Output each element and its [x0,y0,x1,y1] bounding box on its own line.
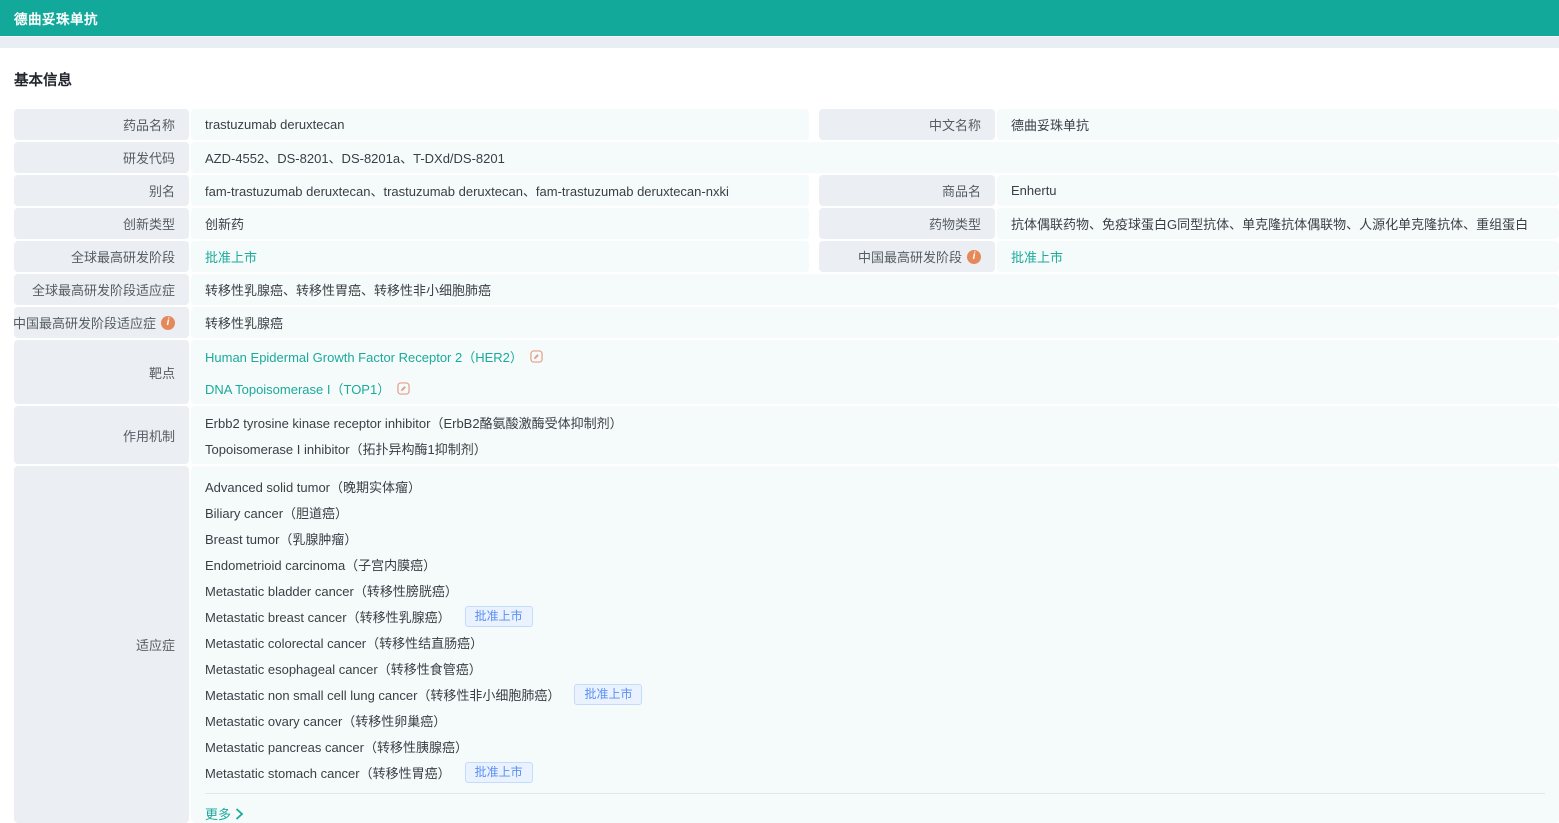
moa-item: Erbb2 tyrosine kinase receptor inhibitor… [205,409,1545,435]
indication-text: Metastatic breast cancer（转移性乳腺癌） [205,607,451,626]
target-link-top1[interactable]: DNA Topoisomerase I（TOP1） [205,379,390,398]
china-phase-indications-label-cell: 中国最高研发阶段适应症 [14,307,189,338]
moa-cell: Erbb2 tyrosine kinase receptor inhibitor… [191,406,1559,464]
target-link-her2[interactable]: Human Epidermal Growth Factor Receptor 2… [205,347,523,366]
pen-edit-icon[interactable] [397,382,410,395]
more-link-label: 更多 [205,804,231,823]
row-alias: 别名 fam-trastuzumab deruxtecan、trastuzuma… [14,175,1559,206]
row-indications: 适应症 Advanced solid tumor（晚期实体瘤） Biliary … [14,466,1559,823]
global-phase-indications-label: 全球最高研发阶段适应症 [14,274,189,305]
row-moa: 作用机制 Erbb2 tyrosine kinase receptor inhi… [14,406,1559,464]
alias-label: 别名 [14,175,189,206]
top-title-bar: 德曲妥珠单抗 [0,0,1559,36]
alias-value: fam-trastuzumab deruxtecan、trastuzumab d… [191,175,809,206]
trade-name-label: 商品名 [819,175,995,206]
china-phase-label-cell: 中国最高研发阶段 [819,241,995,272]
indication-item: Metastatic colorectal cancer（转移性结直肠癌） [205,629,1545,655]
indication-text: Metastatic non small cell lung cancer（转移… [205,685,560,704]
indications-cell: Advanced solid tumor（晚期实体瘤） Biliary canc… [191,466,1559,823]
china-phase-indications-value: 转移性乳腺癌 [191,307,1559,338]
approval-status-badge: 批准上市 [465,606,533,627]
indication-text: Biliary cancer（胆道癌） [205,503,348,522]
global-phase-label: 全球最高研发阶段 [14,241,189,272]
indication-text: Metastatic esophageal cancer（转移性食管癌） [205,659,482,678]
row-global-phase-indications: 全球最高研发阶段适应症 转移性乳腺癌、转移性胃癌、转移性非小细胞肺癌 [14,274,1559,305]
indication-item: Metastatic stomach cancer（转移性胃癌） 批准上市 [205,759,1545,785]
indication-item: Metastatic pancreas cancer（转移性胰腺癌） [205,733,1545,759]
cn-name-value: 德曲妥珠单抗 [997,109,1559,140]
rnd-code-value: AZD-4552、DS-8201、DS-8201a、T-DXd/DS-8201 [191,142,1559,173]
trade-name-value: Enhertu [997,175,1559,206]
china-phase-link[interactable]: 批准上市 [1011,247,1063,266]
sub-header-strip [0,37,1559,48]
indication-text: Advanced solid tumor（晚期实体瘤） [205,477,421,496]
section-title-basic-info: 基本信息 [14,69,1559,90]
indication-item: Endometrioid carcinoma（子宫内膜癌） [205,551,1545,577]
pen-edit-icon[interactable] [530,350,543,363]
global-phase-indications-value: 转移性乳腺癌、转移性胃癌、转移性非小细胞肺癌 [191,274,1559,305]
approval-status-badge: 批准上市 [465,762,533,783]
targets-cell: Human Epidermal Growth Factor Receptor 2… [191,340,1559,404]
divider [205,793,1545,794]
target-item: DNA Topoisomerase I（TOP1） [205,372,1545,404]
indication-text: Endometrioid carcinoma（子宫内膜癌） [205,555,436,574]
row-highest-phase: 全球最高研发阶段 批准上市 中国最高研发阶段 批准上市 [14,241,1559,272]
indication-item: Biliary cancer（胆道癌） [205,499,1545,525]
indication-text: Breast tumor（乳腺肿瘤） [205,529,357,548]
indication-text: Metastatic colorectal cancer（转移性结直肠癌） [205,633,483,652]
info-icon[interactable] [161,316,175,330]
indication-item: Metastatic non small cell lung cancer（转移… [205,681,1545,707]
indication-text: Metastatic pancreas cancer（转移性胰腺癌） [205,737,468,756]
targets-label: 靶点 [14,340,189,404]
indications-label: 适应症 [14,466,189,823]
innovation-type-label: 创新类型 [14,208,189,239]
drug-type-label: 药物类型 [819,208,995,239]
china-phase-indications-label: 中国最高研发阶段适应症 [13,313,156,332]
indication-text: Metastatic ovary cancer（转移性卵巢癌） [205,711,446,730]
row-rnd-code: 研发代码 AZD-4552、DS-8201、DS-8201a、T-DXd/DS-… [14,142,1559,173]
basic-info-table: 药品名称 trastuzumab deruxtecan 中文名称 德曲妥珠单抗 … [14,109,1559,823]
cn-name-label: 中文名称 [819,109,995,140]
indication-item: Breast tumor（乳腺肿瘤） [205,525,1545,551]
drug-name-value: trastuzumab deruxtecan [191,109,809,140]
china-phase-cell: 批准上市 [997,241,1559,272]
china-phase-label: 中国最高研发阶段 [858,247,962,266]
chevron-right-icon [234,808,245,820]
target-item: Human Epidermal Growth Factor Receptor 2… [205,340,1545,372]
page-title: 德曲妥珠单抗 [14,8,98,28]
indication-text: Metastatic bladder cancer（转移性膀胱癌） [205,581,458,600]
global-phase-cell: 批准上市 [191,241,809,272]
indication-item: Metastatic breast cancer（转移性乳腺癌） 批准上市 [205,603,1545,629]
indication-item: Metastatic ovary cancer（转移性卵巢癌） [205,707,1545,733]
indication-text: Metastatic stomach cancer（转移性胃癌） [205,763,451,782]
global-phase-link[interactable]: 批准上市 [205,247,257,266]
moa-item: Topoisomerase I inhibitor（拓扑异构酶1抑制剂） [205,435,1545,461]
indication-item: Metastatic bladder cancer（转移性膀胱癌） [205,577,1545,603]
row-drug-name: 药品名称 trastuzumab deruxtecan 中文名称 德曲妥珠单抗 [14,109,1559,140]
row-targets: 靶点 Human Epidermal Growth Factor Recepto… [14,340,1559,404]
indication-item: Advanced solid tumor（晚期实体瘤） [205,473,1545,499]
rnd-code-label: 研发代码 [14,142,189,173]
drug-name-label: 药品名称 [14,109,189,140]
row-china-phase-indications: 中国最高研发阶段适应症 转移性乳腺癌 [14,307,1559,338]
row-innovation-type: 创新类型 创新药 药物类型 抗体偶联药物、免疫球蛋白G同型抗体、单克隆抗体偶联物… [14,208,1559,239]
moa-label: 作用机制 [14,406,189,464]
more-link[interactable]: 更多 [205,804,1545,823]
approval-status-badge: 批准上市 [574,684,642,705]
info-icon[interactable] [967,250,981,264]
indication-item: Metastatic esophageal cancer（转移性食管癌） [205,655,1545,681]
innovation-type-value: 创新药 [191,208,809,239]
drug-type-value: 抗体偶联药物、免疫球蛋白G同型抗体、单克隆抗体偶联物、人源化单克隆抗体、重组蛋白 [997,208,1559,239]
